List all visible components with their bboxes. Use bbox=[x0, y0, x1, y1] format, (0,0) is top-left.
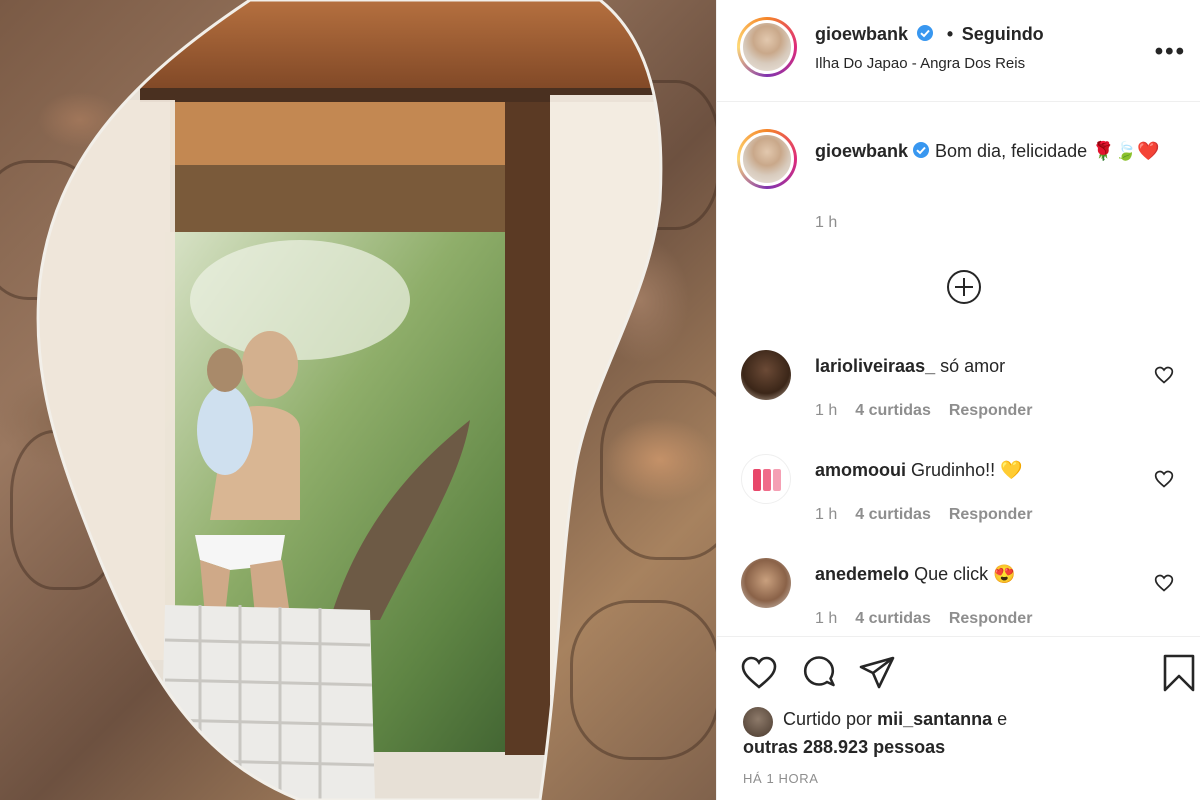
comment-username[interactable]: anedemelo bbox=[815, 564, 909, 584]
heart-icon[interactable] bbox=[1154, 469, 1174, 489]
likes-and: e bbox=[997, 709, 1008, 729]
verified-badge-icon bbox=[916, 24, 934, 47]
post-header: gioewbank • Seguindo Ilha Do Japao - Ang… bbox=[717, 0, 1200, 102]
heart-icon[interactable] bbox=[1154, 573, 1174, 593]
author-line: gioewbank • Seguindo bbox=[815, 24, 1044, 47]
comment-time: 1 h bbox=[815, 402, 838, 419]
paper-plane-icon[interactable] bbox=[857, 653, 897, 693]
author-username[interactable]: gioewbank bbox=[815, 24, 908, 44]
reply-button[interactable]: Responder bbox=[949, 610, 1033, 627]
reply-button[interactable]: Responder bbox=[949, 402, 1033, 419]
comment-time: 1 h bbox=[815, 506, 838, 523]
comment-meta: 1 h 4 curtidas Responder bbox=[815, 610, 1032, 628]
comment-body: larioliveiraas_ só amor bbox=[815, 356, 1005, 377]
caption-username[interactable]: gioewbank bbox=[815, 141, 908, 161]
comment-time: 1 h bbox=[815, 610, 838, 627]
caption-time: 1 h bbox=[815, 214, 838, 231]
comment-likes[interactable]: 4 curtidas bbox=[855, 506, 931, 523]
comment-likes[interactable]: 4 curtidas bbox=[855, 402, 931, 419]
verified-badge-icon bbox=[912, 140, 930, 166]
commenter-avatar[interactable] bbox=[741, 350, 791, 400]
likes-summary: Curtido por mii_santanna e bbox=[783, 705, 1007, 733]
comment-bubble-icon[interactable] bbox=[799, 653, 839, 693]
comment-meta: 1 h 4 curtidas Responder bbox=[815, 402, 1032, 420]
follow-status-button[interactable]: Seguindo bbox=[962, 24, 1044, 44]
bookmark-icon[interactable] bbox=[1159, 653, 1199, 693]
comments-section: gioewbank Bom dia, felicidade 🌹🍃❤️ 1 h l… bbox=[717, 102, 1200, 636]
comment-meta: 1 h 4 curtidas Responder bbox=[815, 506, 1032, 524]
mirror-reflection bbox=[36, 0, 663, 800]
plus-circle-icon[interactable] bbox=[946, 269, 982, 305]
comment-likes[interactable]: 4 curtidas bbox=[855, 610, 931, 627]
comment-body: anedemelo Que click 😍 bbox=[815, 564, 1016, 585]
reply-button[interactable]: Responder bbox=[949, 506, 1033, 523]
comment-text: Que click 😍 bbox=[914, 564, 1016, 584]
commenter-avatar[interactable] bbox=[741, 454, 791, 504]
post-timestamp[interactable]: HÁ 1 HORA bbox=[743, 771, 818, 786]
likes-others[interactable]: outras 288.923 pessoas bbox=[743, 737, 945, 757]
caption: gioewbank Bom dia, felicidade 🌹🍃❤️ bbox=[815, 138, 1175, 166]
comment-text: Grudinho!! 💛 bbox=[911, 460, 1023, 480]
post-photo bbox=[0, 0, 716, 800]
more-options-icon[interactable]: ••• bbox=[1155, 38, 1186, 66]
comment-text: só amor bbox=[940, 356, 1006, 376]
post-location[interactable]: Ilha Do Japao - Angra Dos Reis bbox=[815, 55, 1025, 72]
comment-username[interactable]: larioliveiraas_ bbox=[815, 356, 935, 376]
comment-username[interactable]: amomooui bbox=[815, 460, 906, 480]
post-panel: gioewbank • Seguindo Ilha Do Japao - Ang… bbox=[716, 0, 1200, 800]
author-avatar[interactable] bbox=[737, 17, 797, 77]
heart-icon[interactable] bbox=[1154, 365, 1174, 385]
likes-user[interactable]: mii_santanna bbox=[877, 709, 992, 729]
likes-others-line: outras 288.923 pessoas bbox=[743, 733, 945, 761]
comment-body: amomooui Grudinho!! 💛 bbox=[815, 460, 1023, 481]
post-actions: Curtido por mii_santanna e outras 288.92… bbox=[717, 636, 1200, 800]
caption-text: Bom dia, felicidade 🌹🍃❤️ bbox=[935, 141, 1160, 161]
follow-separator: • bbox=[946, 24, 954, 44]
likes-prefix: Curtido por bbox=[783, 709, 873, 729]
commenter-avatar[interactable] bbox=[741, 558, 791, 608]
caption-avatar[interactable] bbox=[737, 129, 797, 189]
heart-icon[interactable] bbox=[739, 653, 779, 693]
